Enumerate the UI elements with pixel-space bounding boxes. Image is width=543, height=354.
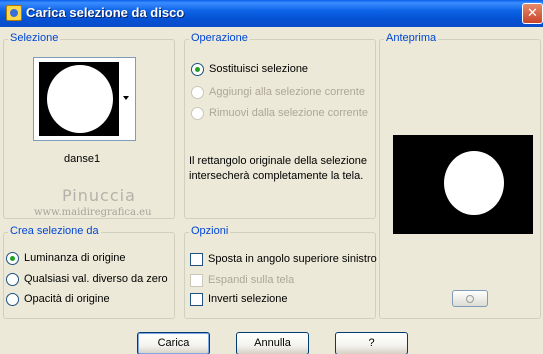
radio-add-to-selection[interactable]: Aggiungi alla selezione corrente	[191, 84, 365, 100]
radio-replace-selection[interactable]: Sostituisci selezione	[191, 61, 308, 77]
radio-replace-selection-label: Sostituisci selezione	[209, 63, 309, 75]
radio-add-to-selection-label: Aggiungi alla selezione corrente	[209, 86, 365, 98]
radio-remove-from-selection-label: Rimuovi dalla selezione corrente	[209, 107, 368, 119]
checkbox-move-top-left-label: Sposta in angolo superiore sinistro	[208, 253, 377, 265]
radio-button-icon[interactable]	[6, 272, 19, 286]
window-title: Carica selezione da disco	[26, 5, 185, 20]
radio-button-icon[interactable]	[191, 85, 204, 99]
load-button[interactable]: Carica	[137, 332, 210, 354]
watermark-name: Pinuccia	[62, 186, 136, 205]
radio-button-icon[interactable]	[191, 62, 204, 76]
close-button[interactable]: ✕	[522, 3, 543, 24]
selection-group-label: Selezione	[8, 32, 61, 44]
radio-source-opacity-label: Opacità di origine	[24, 293, 110, 305]
preview-ellipse	[444, 151, 504, 215]
selection-thumbnail	[39, 62, 119, 136]
title-bar: Carica selezione da disco ✕	[0, 0, 543, 27]
zoom-icon	[466, 295, 474, 303]
radio-any-nonzero[interactable]: Qualsiasi val. diverso da zero	[6, 271, 168, 287]
help-button[interactable]: ?	[335, 332, 408, 354]
radio-remove-from-selection[interactable]: Rimuovi dalla selezione corrente	[191, 105, 368, 121]
radio-source-luminance[interactable]: Luminanza di origine	[6, 250, 126, 266]
preview-button[interactable]	[452, 290, 488, 307]
checkbox-icon[interactable]	[190, 292, 203, 306]
watermark-url: www.maidiregrafica.eu	[34, 207, 152, 218]
operation-description: Il rettangolo originale della selezione …	[189, 155, 367, 182]
operation-group-label: Operazione	[189, 32, 250, 44]
checkbox-move-top-left[interactable]: Sposta in angolo superiore sinistro	[190, 251, 377, 267]
checkbox-expand-canvas-label: Espandi sulla tela	[208, 274, 295, 286]
cancel-button[interactable]: Annulla	[236, 332, 309, 354]
checkbox-invert-selection[interactable]: Inverti selezione	[190, 291, 288, 307]
options-group-label: Opzioni	[189, 225, 231, 237]
selection-thumbnail-picker[interactable]	[33, 57, 136, 141]
radio-source-opacity[interactable]: Opacità di origine	[6, 291, 110, 307]
create-selection-group-label: Crea selezione da	[8, 225, 101, 237]
radio-button-icon[interactable]	[6, 251, 19, 265]
radio-button-icon[interactable]	[191, 106, 204, 120]
radio-any-nonzero-label: Qualsiasi val. diverso da zero	[24, 273, 168, 285]
checkbox-invert-selection-label: Inverti selezione	[208, 293, 288, 305]
app-icon	[6, 5, 22, 21]
checkbox-icon[interactable]	[190, 273, 203, 287]
thumbnail-ellipse	[47, 65, 113, 133]
preview-group-label: Anteprima	[384, 32, 439, 44]
radio-source-luminance-label: Luminanza di origine	[24, 252, 126, 264]
checkbox-expand-canvas[interactable]: Espandi sulla tela	[190, 272, 294, 288]
selection-thumbnail-name: danse1	[64, 153, 101, 165]
radio-button-icon[interactable]	[6, 292, 19, 306]
checkbox-icon[interactable]	[190, 252, 203, 266]
preview-image	[393, 135, 533, 234]
dropdown-arrow-icon[interactable]	[123, 96, 129, 100]
